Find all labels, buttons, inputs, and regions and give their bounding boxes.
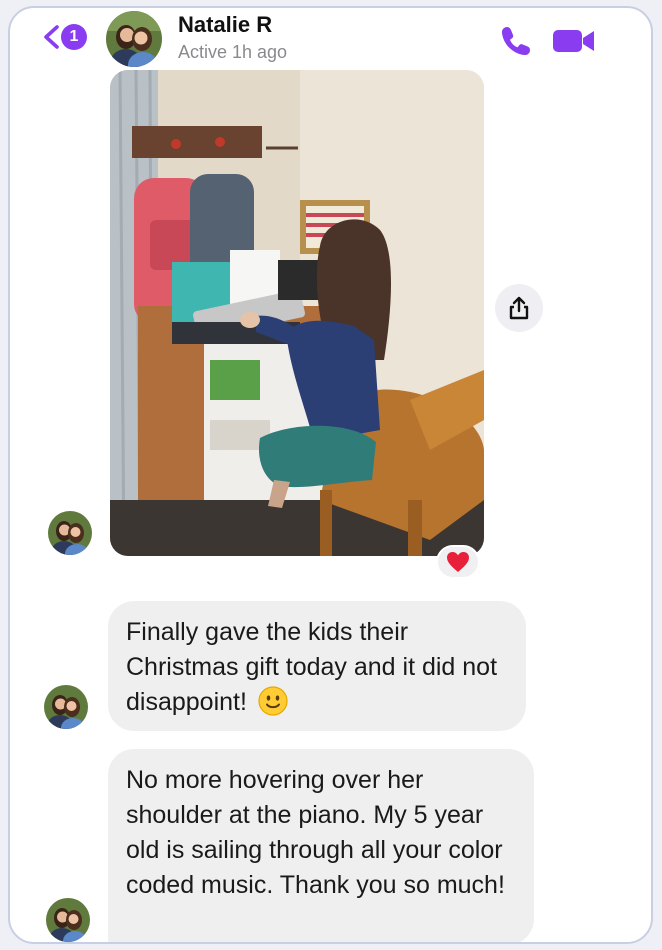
- heart-icon: [447, 552, 469, 572]
- slightly-smiling-face-emoji: [258, 686, 288, 716]
- contact-active-status: Active 1h ago: [178, 42, 288, 62]
- conversation-header: 1 Natalie R Active 1h ago: [10, 8, 651, 74]
- message-text: Finally gave the kids their Christmas gi…: [126, 618, 498, 716]
- message-bubble[interactable]: Finally gave the kids their Christmas gi…: [108, 601, 526, 731]
- back-button[interactable]: 1: [40, 24, 87, 50]
- video-camera-icon[interactable]: [552, 26, 596, 56]
- contact-avatar-small[interactable]: [48, 511, 92, 555]
- message-bubble[interactable]: No more hovering over her shoulder at th…: [108, 749, 534, 942]
- contact-name: Natalie R: [178, 12, 273, 37]
- phone-icon[interactable]: [499, 24, 533, 58]
- shared-photo[interactable]: [110, 70, 484, 556]
- chevron-left-icon: [44, 25, 59, 49]
- share-button[interactable]: [495, 284, 543, 332]
- message-text: No more hovering over her shoulder at th…: [126, 766, 505, 899]
- contact-avatar-small[interactable]: [44, 685, 88, 729]
- share-icon: [509, 296, 529, 320]
- messenger-window: 1 Natalie R Active 1h ago Finally gave t…: [8, 6, 653, 944]
- unread-count-badge: 1: [61, 24, 87, 50]
- heart-reaction[interactable]: [436, 545, 480, 579]
- contact-avatar[interactable]: [106, 11, 162, 67]
- contact-avatar-small[interactable]: [46, 898, 90, 942]
